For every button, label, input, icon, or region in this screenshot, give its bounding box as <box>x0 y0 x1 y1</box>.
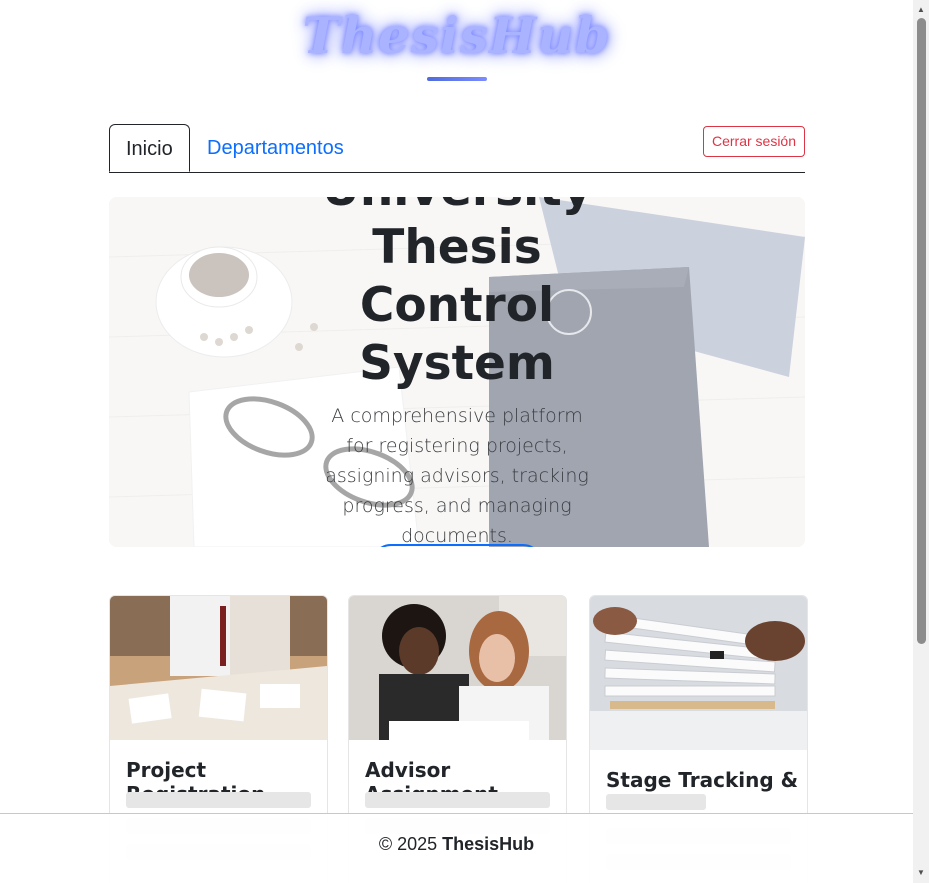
card-text-placeholder <box>365 792 550 808</box>
page: ThesisHub Inicio Departamentos Cerrar se… <box>0 0 913 883</box>
hero-title-line: Control <box>359 278 555 333</box>
students-photo <box>349 596 566 740</box>
hero-title: University Thesis Control System <box>109 197 805 393</box>
nav-tabs: Inicio Departamentos Cerrar sesión <box>109 124 805 173</box>
hero-subtitle: A comprehensive platform for registering… <box>325 405 589 547</box>
scroll-down-arrow-icon[interactable]: ▼ <box>913 865 929 881</box>
footer: © 2025 ThesisHub <box>0 813 913 883</box>
hero-title-line: University <box>109 197 805 219</box>
brand-underline <box>427 77 487 81</box>
documents-photo <box>590 596 807 750</box>
hero-cta-button[interactable] <box>371 544 543 547</box>
tab-inicio[interactable]: Inicio <box>109 124 190 172</box>
scrollbar-thumb[interactable] <box>917 18 926 644</box>
footer-copyright: © 2025 <box>378 834 443 854</box>
brand-logo[interactable]: ThesisHub <box>0 6 913 65</box>
tab-departamentos[interactable]: Departamentos <box>191 124 360 171</box>
scroll-up-arrow-icon[interactable]: ▲ <box>913 2 929 18</box>
logout-button[interactable]: Cerrar sesión <box>702 126 805 157</box>
hero-banner: University Thesis Control System A compr… <box>109 197 805 547</box>
footer-brand: ThesisHub <box>442 834 535 854</box>
hero-title-line: System <box>359 336 555 391</box>
card-text-placeholder <box>126 792 311 808</box>
vertical-scrollbar[interactable]: ▲ ▼ <box>913 0 929 883</box>
hero-title-line: Thesis <box>372 220 542 275</box>
card-text-placeholder <box>606 794 706 810</box>
meeting-photo <box>110 596 327 740</box>
card-title: Stage Tracking & <box>606 768 799 792</box>
